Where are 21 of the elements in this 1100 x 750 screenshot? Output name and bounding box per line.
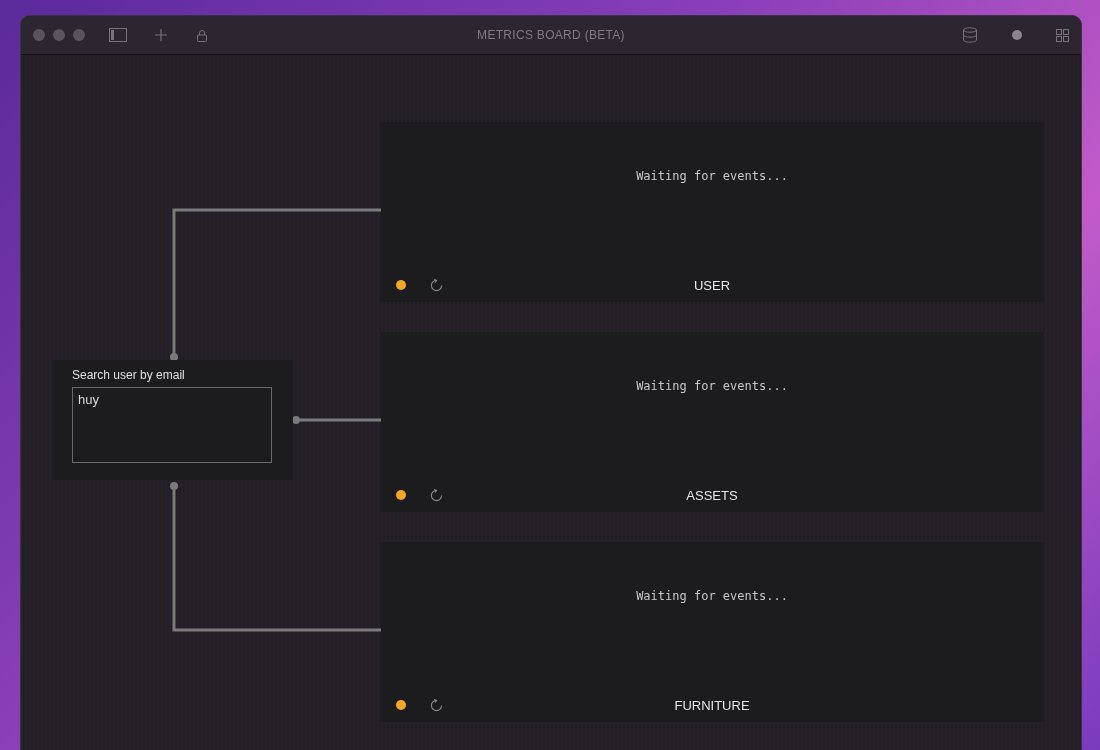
sidebar-icon[interactable] <box>109 28 127 42</box>
window-title: METRICS BOARD (BETA) <box>477 28 625 42</box>
panel-title: FURNITURE <box>674 697 750 713</box>
field-label: Search user by email <box>72 368 186 382</box>
grid-icon[interactable] <box>1056 28 1069 42</box>
panel-title: ASSETS <box>686 487 738 503</box>
status-message: Waiting for events... <box>636 169 788 183</box>
zoom-button[interactable] <box>73 29 85 41</box>
refresh-icon[interactable] <box>430 488 443 502</box>
status-message: Waiting for events... <box>636 379 788 393</box>
status-message: Waiting for events... <box>636 589 788 603</box>
circle-icon[interactable] <box>1012 30 1022 40</box>
refresh-icon[interactable] <box>430 278 443 292</box>
plus-icon[interactable] <box>155 29 167 41</box>
panel-title: USER <box>693 277 731 293</box>
database-icon[interactable] <box>962 27 978 43</box>
refresh-icon[interactable] <box>430 698 443 712</box>
lock-icon[interactable] <box>197 28 207 42</box>
minimize-button[interactable] <box>53 29 65 41</box>
email-input-field[interactable]: huy <box>72 387 272 463</box>
close-button[interactable] <box>33 29 45 41</box>
